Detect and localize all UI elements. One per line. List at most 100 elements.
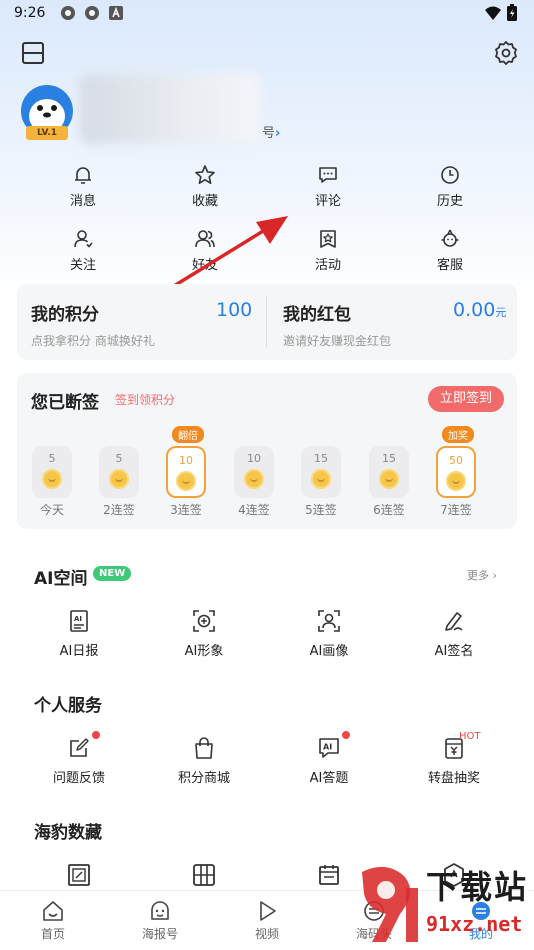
quick-label: 收藏 — [191, 194, 218, 209]
ai-signature[interactable]: AI签名 — [392, 608, 516, 659]
new-badge: NEW — [93, 566, 132, 581]
hot-tag: HOT — [459, 731, 481, 742]
day-points: 10 — [179, 454, 193, 467]
signin-title: 您已断签 — [31, 393, 99, 413]
collection-calendar-icon[interactable] — [316, 862, 342, 888]
notification-icon — [61, 6, 75, 20]
day-label: 3连签 — [170, 503, 202, 517]
service-label: 转盘抽奖 — [427, 771, 480, 786]
quick-comments[interactable]: 评论 — [268, 164, 388, 209]
comment-icon — [319, 167, 337, 183]
signin-day: 5 — [32, 446, 72, 498]
ai-avatar[interactable]: AI形象 — [142, 608, 266, 659]
watermark-text-bottom: 91xz.net — [426, 912, 523, 936]
ai-portrait[interactable]: AI画像 — [267, 608, 391, 659]
day-points: 5 — [115, 452, 123, 465]
nav-label: 视频 — [254, 927, 279, 941]
signin-day: 15 — [301, 446, 341, 498]
day-points: 15 — [314, 452, 328, 465]
activity-icon — [320, 230, 336, 248]
day-points: 5 — [48, 452, 56, 465]
account-link[interactable]: 号› — [262, 122, 280, 141]
notification-dot — [92, 731, 100, 739]
nav-home[interactable]: 首页 — [13, 899, 93, 942]
quick-history[interactable]: 历史 — [390, 164, 510, 209]
username-blurred — [80, 74, 260, 144]
service-lottery[interactable]: 转盘抽奖 — [392, 735, 516, 786]
quick-label: 评论 — [314, 194, 341, 209]
day-points: 10 — [247, 452, 261, 465]
coin-icon — [446, 471, 466, 491]
signin-day: 15 — [369, 446, 409, 498]
poster-icon — [151, 901, 169, 920]
wifi-icon — [485, 6, 501, 20]
day-label: 7连签 — [440, 503, 472, 517]
ai-avatar-icon — [193, 610, 215, 632]
account-suffix: 号 — [262, 126, 276, 141]
ai-signature-icon — [445, 612, 463, 631]
quick-support[interactable]: 客服 — [390, 228, 510, 273]
nav-label: 首页 — [40, 927, 65, 941]
chevron-right-icon: › — [275, 126, 281, 141]
collection-grid-icon[interactable] — [191, 862, 217, 888]
notification-a-icon — [109, 6, 123, 20]
home-icon — [43, 901, 63, 921]
ai-daily[interactable]: AI AI日报 — [17, 608, 141, 659]
signin-day: 10 — [234, 446, 274, 498]
signin-day: 5 — [99, 446, 139, 498]
day-label: 4连签 — [238, 503, 270, 517]
coin-icon — [311, 469, 331, 489]
day-points: 50 — [449, 454, 463, 467]
support-icon — [441, 229, 459, 247]
day-label: 今天 — [39, 503, 64, 517]
shopping-bag-icon — [195, 737, 213, 759]
clock-icon — [441, 166, 459, 184]
coin-icon — [176, 471, 196, 491]
coin-icon — [244, 469, 264, 489]
quick-label: 客服 — [436, 258, 463, 273]
ai-quiz-icon: AI — [319, 738, 339, 758]
status-time: 9:26 — [14, 5, 46, 21]
redpacket-entry[interactable] — [267, 284, 517, 360]
service-ai-quiz[interactable]: AI AI答题 — [267, 735, 391, 786]
avatar[interactable]: LV.1 — [18, 84, 76, 144]
watermark: 下载站 91xz.net — [356, 862, 532, 948]
service-label: AI答题 — [309, 771, 349, 786]
seal-collection-title: 海豹数藏 — [34, 823, 102, 843]
nav-label: 海报号 — [141, 927, 178, 941]
ai-label: AI日报 — [59, 644, 99, 659]
service-feedback[interactable]: 问题反馈 — [17, 735, 141, 786]
day-points: 15 — [382, 452, 396, 465]
ai-space-title: AI空间 — [34, 569, 88, 589]
points-entry[interactable] — [17, 284, 267, 360]
service-label: 积分商城 — [177, 771, 230, 786]
coin-icon — [42, 469, 62, 489]
personal-service-title: 个人服务 — [34, 696, 102, 716]
day-label: 6连签 — [373, 503, 405, 517]
nav-poster[interactable]: 海报号 — [120, 899, 200, 942]
settings-icon[interactable] — [493, 40, 519, 66]
quick-favorites[interactable]: 收藏 — [145, 164, 265, 209]
signin-button[interactable]: 立即签到 — [428, 386, 504, 412]
battery-icon — [507, 4, 517, 21]
signin-day-highlight: 10 — [166, 446, 206, 498]
coin-icon — [109, 469, 129, 489]
nav-video[interactable]: 视频 — [227, 899, 307, 942]
follow-icon — [74, 230, 93, 248]
bell-icon — [75, 167, 91, 184]
feedback-icon — [70, 738, 89, 757]
quick-label: 历史 — [436, 194, 463, 209]
collection-frame-icon[interactable] — [66, 862, 92, 888]
signin-subtitle: 签到领积分 — [115, 393, 176, 407]
svg-text:AI: AI — [74, 615, 82, 623]
quick-messages[interactable]: 消息 — [23, 164, 143, 209]
star-icon — [195, 165, 215, 184]
service-points-mall[interactable]: 积分商城 — [142, 735, 266, 786]
scan-icon[interactable] — [20, 40, 46, 66]
more-link[interactable]: 更多 › — [467, 567, 497, 583]
notification-dot — [342, 731, 350, 739]
double-tag: 翻倍 — [172, 426, 204, 443]
notification-icon — [85, 6, 99, 20]
level-badge: LV.1 — [37, 128, 57, 138]
watermark-text-top: 下载站 — [426, 868, 529, 906]
